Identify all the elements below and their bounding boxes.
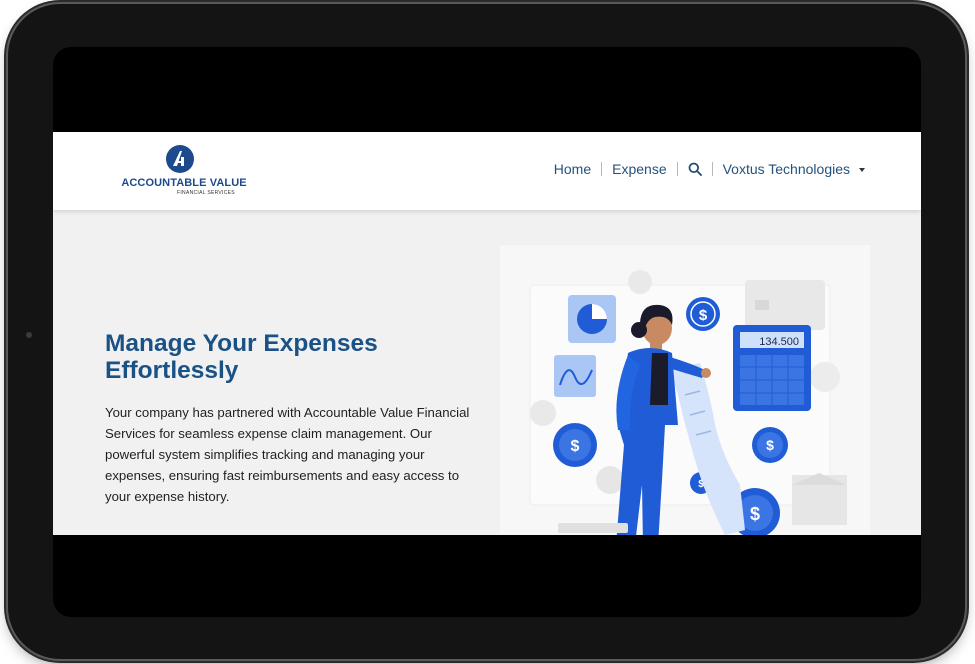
logo-mark-icon	[166, 145, 194, 173]
company-dropdown[interactable]: Voxtus Technologies	[723, 161, 865, 177]
nav-divider	[601, 162, 603, 176]
nav-divider	[711, 162, 713, 176]
calculator-icon: 134.500	[733, 325, 811, 411]
company-name: Voxtus Technologies	[722, 161, 850, 177]
svg-text:$: $	[750, 504, 760, 524]
nav-home-link[interactable]: Home	[554, 161, 591, 177]
brand-name: ACCOUNTABLE VALUE	[121, 177, 247, 189]
dollar-bubble-icon: $	[686, 297, 720, 331]
main-nav: Home Expense Voxtus Technologies	[554, 161, 865, 177]
search-icon[interactable]	[688, 162, 702, 176]
line-chart-icon	[554, 355, 596, 397]
pie-chart-icon	[568, 295, 616, 343]
svg-text:$: $	[766, 437, 774, 453]
svg-text:134.500: 134.500	[759, 336, 799, 348]
expense-illustration: $ $ $ $ $ 134.500	[500, 245, 870, 535]
hero-title: Manage Your Expenses Effortlessly	[105, 330, 378, 384]
tablet-frame: ACCOUNTABLE VALUE FINANCIAL SERVICES Hom…	[8, 4, 965, 659]
svg-text:$: $	[699, 307, 708, 324]
nav-divider	[676, 162, 678, 176]
hero-description: Your company has partnered with Accounta…	[105, 405, 470, 504]
coin-icon: $	[752, 427, 788, 463]
card-icon	[745, 280, 825, 330]
coin-icon: $	[553, 423, 597, 467]
svg-text:$: $	[571, 438, 580, 455]
nav-expense-link[interactable]: Expense	[612, 161, 666, 177]
top-navbar: ACCOUNTABLE VALUE FINANCIAL SERVICES Hom…	[53, 132, 921, 210]
caret-down-icon	[859, 167, 865, 172]
brand-logo[interactable]: ACCOUNTABLE VALUE FINANCIAL SERVICES	[115, 144, 253, 200]
front-camera	[26, 332, 32, 338]
bank-icon	[792, 473, 847, 525]
web-page: ACCOUNTABLE VALUE FINANCIAL SERVICES Hom…	[53, 132, 921, 535]
tablet-screen: ACCOUNTABLE VALUE FINANCIAL SERVICES Hom…	[53, 47, 921, 617]
brand-tagline: FINANCIAL SERVICES	[177, 190, 235, 196]
